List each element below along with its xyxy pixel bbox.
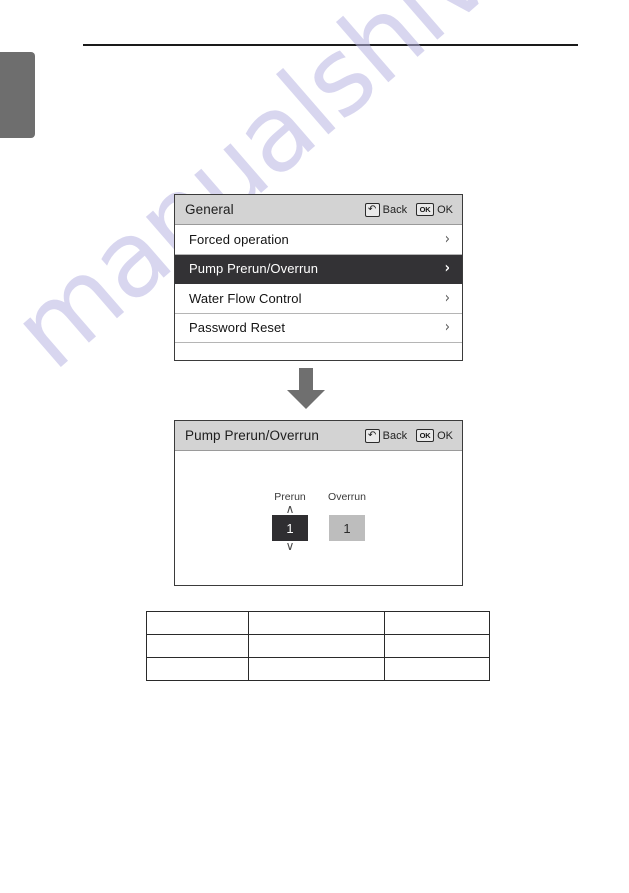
table-cell <box>145 611 250 635</box>
spec-table <box>145 611 490 681</box>
menu-item-pump-prerun-overrun[interactable]: Pump Prerun/Overrun › <box>175 254 462 284</box>
detail-ok-label: OK <box>437 429 453 442</box>
detail-screen-title: Pump Prerun/Overrun <box>185 428 319 443</box>
pump-prerun-overrun-screen: Pump Prerun/Overrun ↶ Back OK OK Prerun … <box>174 420 463 586</box>
menu-item-empty <box>175 343 462 357</box>
general-menu-screen: General ↶ Back OK OK Forced operation › … <box>174 194 463 361</box>
chevron-right-icon: › <box>444 319 450 337</box>
manual-page: manualshive.com General ↶ Back OK OK For… <box>0 0 629 893</box>
menu-screen-title: General <box>185 202 234 217</box>
overrun-caption: Overrun <box>328 491 366 503</box>
detail-back-label: Back <box>382 429 408 442</box>
detail-back-action[interactable]: ↶ Back <box>364 428 408 443</box>
spec-table-body <box>145 611 490 681</box>
menu-back-label: Back <box>382 203 408 216</box>
ok-key-icon: OK <box>416 429 435 442</box>
menu-list: Forced operation › Pump Prerun/Overrun ›… <box>175 225 462 357</box>
table-cell <box>384 611 490 635</box>
page-side-tab <box>0 52 35 138</box>
menu-item-water-flow-control[interactable]: Water Flow Control › <box>175 284 462 314</box>
prerun-value[interactable]: 1 <box>272 515 308 541</box>
detail-screen-header-actions: ↶ Back OK OK <box>364 428 453 443</box>
table-cell <box>248 634 386 658</box>
page-header-rule <box>83 44 578 46</box>
menu-item-forced-operation[interactable]: Forced operation › <box>175 225 462 255</box>
table-row <box>145 634 490 658</box>
table-cell <box>248 611 386 635</box>
table-cell <box>384 657 490 681</box>
detail-screen-header: Pump Prerun/Overrun ↶ Back OK OK <box>175 421 462 451</box>
detail-screen-body: Prerun ∧ 1 ∨ Overrun 1 <box>175 451 462 585</box>
table-cell <box>145 657 250 681</box>
menu-screen-header: General ↶ Back OK OK <box>175 195 462 225</box>
chevron-right-icon: › <box>444 289 450 307</box>
table-cell <box>248 657 386 681</box>
menu-item-password-reset[interactable]: Password Reset › <box>175 313 462 343</box>
menu-item-label: Forced operation <box>189 231 289 247</box>
chevron-right-icon: › <box>444 260 450 278</box>
detail-ok-action[interactable]: OK OK <box>416 429 453 442</box>
menu-item-label: Password Reset <box>189 320 286 336</box>
prerun-increment-icon[interactable]: ∧ <box>286 503 295 515</box>
chevron-right-icon: › <box>444 230 450 248</box>
ok-key-icon: OK <box>416 203 435 216</box>
overrun-value[interactable]: 1 <box>329 515 365 541</box>
table-cell <box>384 634 490 658</box>
overrun-stepper: Overrun 1 <box>323 491 372 552</box>
table-cell <box>145 634 250 658</box>
table-row <box>145 611 490 635</box>
prerun-stepper: Prerun ∧ 1 ∨ <box>266 491 315 552</box>
back-key-icon: ↶ <box>364 428 380 443</box>
menu-ok-action[interactable]: OK OK <box>416 203 453 216</box>
menu-item-label: Pump Prerun/Overrun <box>189 261 319 277</box>
menu-back-action[interactable]: ↶ Back <box>364 202 408 217</box>
back-key-icon: ↶ <box>364 202 380 217</box>
prerun-decrement-icon[interactable]: ∨ <box>286 540 295 552</box>
table-row <box>145 657 490 681</box>
menu-ok-label: OK <box>437 203 453 216</box>
stepper-area: Prerun ∧ 1 ∨ Overrun 1 <box>175 491 462 552</box>
menu-item-label: Water Flow Control <box>189 290 302 306</box>
flow-arrow-down-icon <box>283 368 329 415</box>
menu-screen-header-actions: ↶ Back OK OK <box>364 202 453 217</box>
